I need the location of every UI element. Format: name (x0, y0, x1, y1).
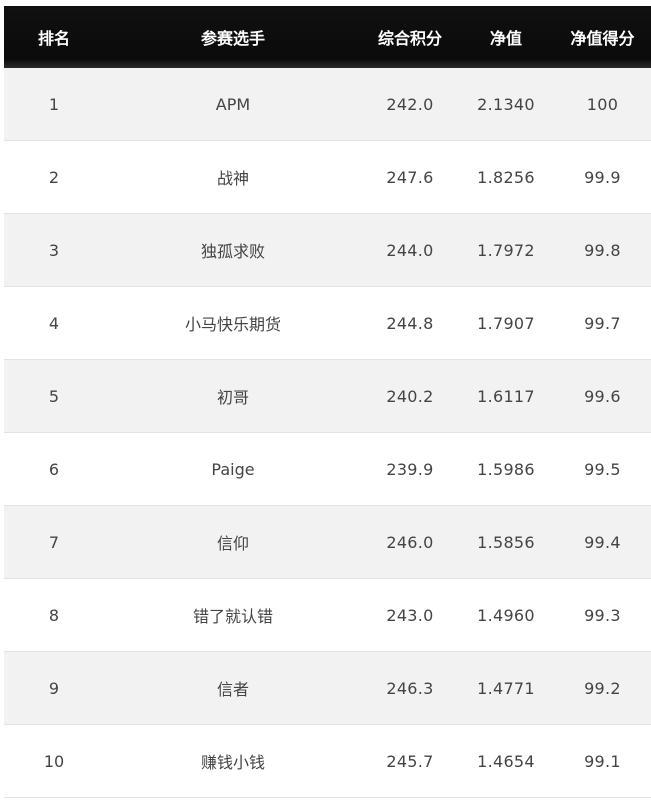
header-nav-score: 净值得分 (570, 29, 635, 48)
table-row: 4 小马快乐期货 244.8 1.7907 99.7 (4, 287, 651, 360)
rank-cell: 6 (48, 459, 60, 479)
player-cell: Paige (211, 459, 255, 479)
header-rank: 排名 (37, 29, 70, 48)
nav-cell: 1.5856 (477, 532, 535, 552)
nav-score-cell: 99.2 (584, 678, 621, 698)
score-cell: 246.0 (386, 532, 434, 552)
player-cell: 战神 (216, 169, 249, 188)
score-cell: 239.9 (386, 459, 434, 479)
score-cell: 243.0 (386, 605, 434, 625)
nav-score-cell: 99.8 (584, 240, 621, 260)
nav-score-cell: 100 (586, 94, 619, 114)
player-cell: 初哥 (216, 388, 249, 407)
table-row: 7 信仰 246.0 1.5856 99.4 (4, 506, 651, 579)
rank-cell: 9 (48, 678, 60, 698)
table-row: 6 Paige 239.9 1.5986 99.5 (4, 433, 651, 506)
rank-cell: 4 (48, 313, 60, 333)
rank-cell: 2 (48, 167, 60, 187)
nav-cell: 1.5986 (477, 459, 535, 479)
header-score: 综合积分 (377, 29, 442, 48)
table-row: 5 初哥 240.2 1.6117 99.6 (4, 360, 651, 433)
table-header: 排名 参赛选手 综合积分 净值 净值得分 (4, 6, 651, 68)
header-nav: 净值 (489, 29, 522, 48)
nav-cell: 1.8256 (477, 167, 535, 187)
score-cell: 244.0 (386, 240, 434, 260)
nav-score-cell: 99.3 (584, 605, 621, 625)
player-cell: 错了就认错 (192, 607, 273, 626)
nav-cell: 2.1340 (477, 94, 535, 114)
rank-cell: 3 (48, 240, 60, 260)
header-player: 参赛选手 (200, 29, 265, 48)
player-cell: APM (215, 94, 251, 114)
nav-cell: 1.4771 (477, 678, 535, 698)
player-cell: 信者 (216, 680, 249, 699)
rank-cell: 10 (43, 751, 65, 771)
nav-cell: 1.7907 (477, 313, 535, 333)
nav-score-cell: 99.6 (584, 386, 621, 406)
table-row: 1 APM 242.0 2.1340 100 (4, 68, 651, 141)
table-row: 8 错了就认错 243.0 1.4960 99.3 (4, 579, 651, 652)
score-cell: 247.6 (386, 167, 434, 187)
rank-cell: 7 (48, 532, 60, 552)
nav-cell: 1.4960 (477, 605, 535, 625)
table-row: 2 战神 247.6 1.8256 99.9 (4, 141, 651, 214)
score-cell: 240.2 (386, 386, 434, 406)
nav-score-cell: 99.7 (584, 313, 621, 333)
nav-cell: 1.4654 (477, 751, 535, 771)
nav-score-cell: 99.4 (584, 532, 621, 552)
nav-cell: 1.7972 (477, 240, 535, 260)
score-cell: 244.8 (386, 313, 434, 333)
player-cell: 赚钱小钱 (200, 753, 265, 772)
nav-score-cell: 99.9 (584, 167, 621, 187)
table-row: 3 独孤求败 244.0 1.7972 99.8 (4, 214, 651, 287)
rank-cell: 8 (48, 605, 60, 625)
nav-score-cell: 99.1 (584, 751, 621, 771)
rank-cell: 1 (48, 94, 60, 114)
score-cell: 245.7 (386, 751, 434, 771)
table-row: 10 赚钱小钱 245.7 1.4654 99.1 (4, 725, 651, 798)
player-cell: 信仰 (216, 534, 249, 553)
nav-cell: 1.6117 (477, 386, 535, 406)
table-row: 9 信者 246.3 1.4771 99.2 (4, 652, 651, 725)
score-cell: 246.3 (386, 678, 434, 698)
player-cell: 独孤求败 (200, 242, 265, 261)
score-cell: 242.0 (386, 94, 434, 114)
player-cell: 小马快乐期货 (184, 315, 281, 334)
nav-score-cell: 99.5 (584, 459, 621, 479)
ranking-table: 排名 参赛选手 综合积分 净值 净值得分 1 APM 242.0 2.1340 … (4, 6, 651, 798)
rank-cell: 5 (48, 386, 60, 406)
